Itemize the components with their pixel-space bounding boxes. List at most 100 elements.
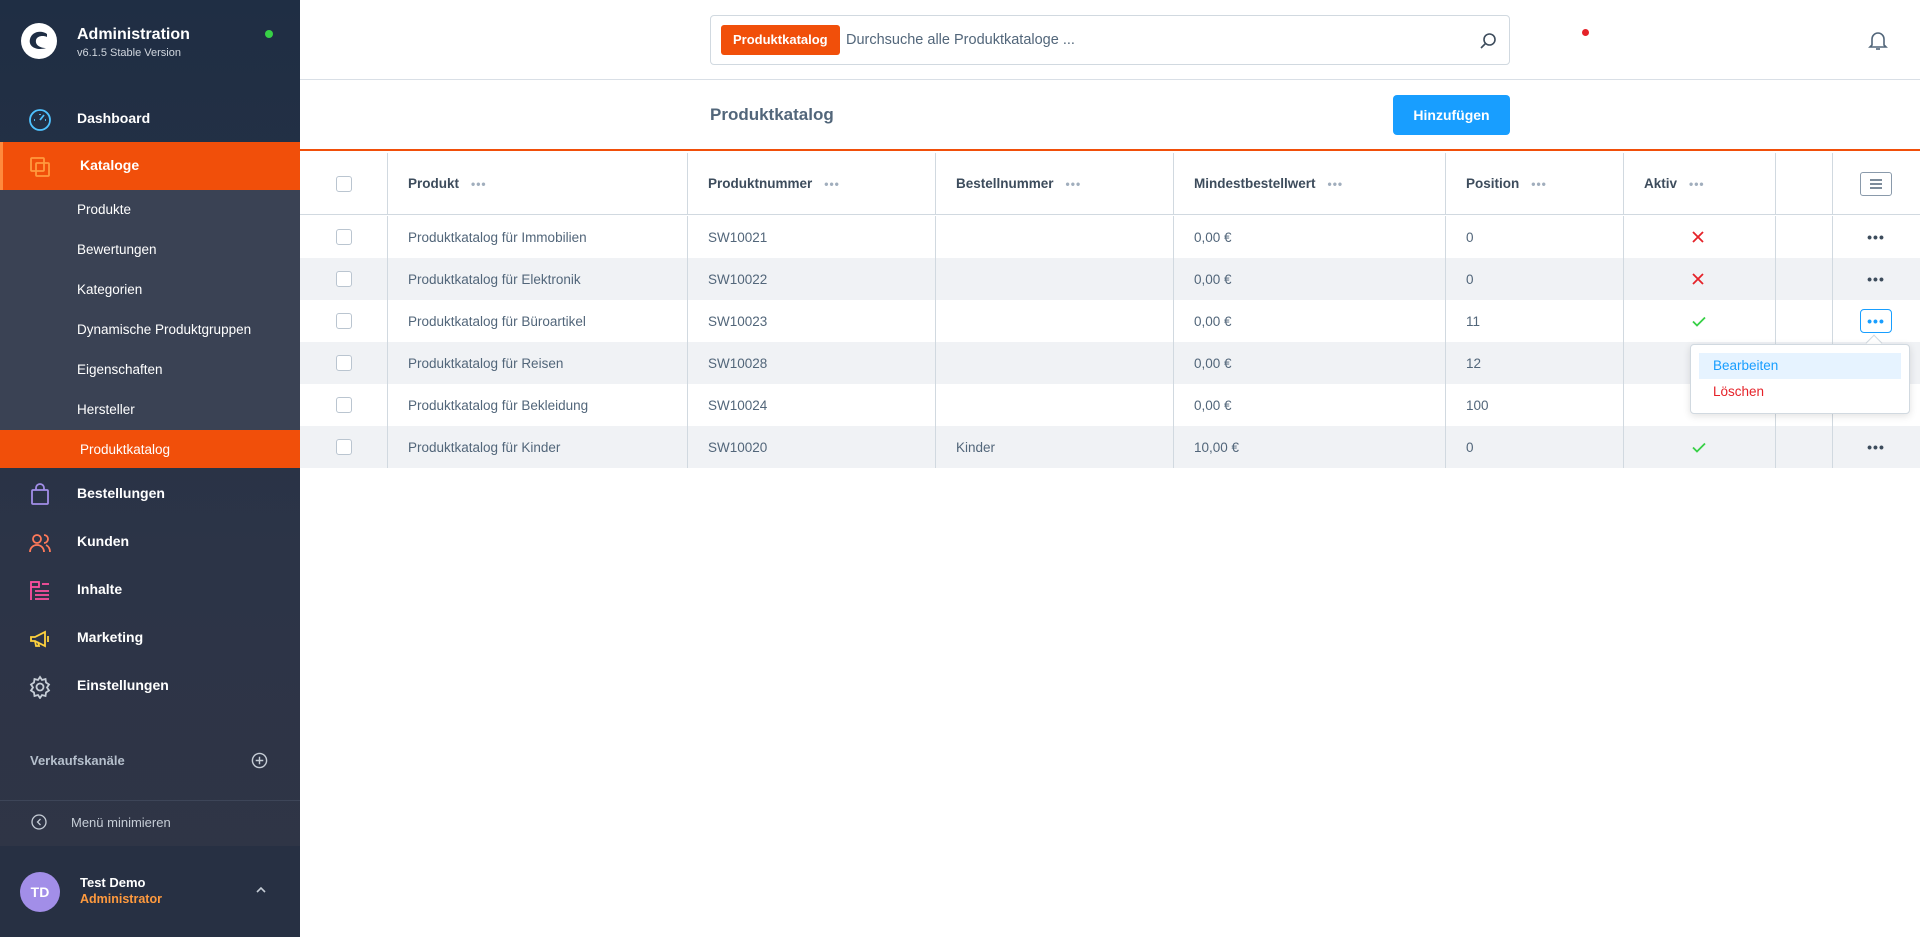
table-row[interactable]: Produktkatalog für Bekleidung SW10024 0,00…	[300, 384, 1920, 426]
nav-kunden[interactable]: Kunden	[0, 518, 300, 566]
column-header-produkt[interactable]: Produkt •••	[408, 153, 487, 214]
column-header-mindestbestellwert[interactable]: Mindestbestellwert •••	[1194, 153, 1343, 214]
column-divider	[935, 342, 936, 384]
cell-product-number: SW10028	[708, 355, 768, 371]
column-options-icon[interactable]: •••	[1328, 177, 1344, 191]
content-list-icon	[30, 581, 49, 600]
column-header-produktnummer[interactable]: Produktnummer •••	[708, 153, 840, 214]
column-divider	[1832, 300, 1833, 342]
column-divider	[1775, 426, 1776, 468]
column-divider	[1173, 216, 1174, 258]
column-divider	[1445, 384, 1446, 426]
shopware-logo-icon	[21, 23, 57, 59]
column-divider	[1775, 258, 1776, 300]
cell-order-number: Kinder	[956, 439, 996, 455]
user-profile[interactable]: TD Test Demo Administrator	[0, 846, 300, 937]
row-actions-button[interactable]: •••	[1860, 267, 1892, 291]
cell-product[interactable]: Produktkatalog für Elektronik	[408, 258, 581, 300]
search-input[interactable]	[846, 25, 1456, 55]
column-header-bestellnummer[interactable]: Bestellnummer •••	[956, 153, 1081, 214]
nav-kataloge[interactable]: Kataloge	[0, 142, 300, 190]
nav-inhalte[interactable]: Inhalte	[0, 566, 300, 614]
column-label: Mindestbestellwert	[1194, 176, 1316, 191]
column-header-position[interactable]: Position •••	[1466, 153, 1547, 214]
row-actions-button[interactable]: •••	[1860, 309, 1892, 333]
column-settings-button[interactable]	[1860, 171, 1892, 196]
column-options-icon[interactable]: •••	[1066, 177, 1082, 191]
search-type-tag[interactable]: Produktkatalog	[721, 25, 840, 55]
megaphone-icon	[30, 630, 49, 648]
nav-sub-kategorien[interactable]: Kategorien	[0, 270, 300, 310]
table-row[interactable]: Produktkatalog für Reisen SW10028 0,00 € 12	[300, 342, 1920, 384]
table-row[interactable]: Produktkatalog für Elektronik SW10022 0,00…	[300, 258, 1920, 300]
row-checkbox[interactable]	[336, 439, 352, 455]
nav-sub-produkte[interactable]: Produkte	[0, 190, 300, 230]
cross-icon	[1692, 231, 1704, 243]
table-row[interactable]: Produktkatalog für Büroartikel SW10023 0,0…	[300, 300, 1920, 342]
menu-lines-icon	[1870, 178, 1882, 189]
add-sales-channel-icon[interactable]	[251, 752, 268, 769]
nav-einstellungen[interactable]: Einstellungen	[0, 662, 300, 710]
cell-product-number: SW10021	[708, 229, 768, 245]
chevron-left-circle-icon[interactable]	[31, 814, 47, 830]
delete-menu-item[interactable]: Löschen	[1699, 379, 1901, 405]
column-divider	[1173, 258, 1174, 300]
row-checkbox[interactable]	[336, 355, 352, 371]
nav-marketing[interactable]: Marketing	[0, 614, 300, 662]
bell-icon[interactable]	[1866, 28, 1890, 52]
nav-sub-bewertungen[interactable]: Bewertungen	[0, 230, 300, 270]
minimize-menu-button[interactable]: Menü minimieren	[71, 815, 171, 830]
row-checkbox[interactable]	[336, 313, 352, 329]
row-actions-button[interactable]: •••	[1860, 435, 1892, 459]
nav-dashboard[interactable]: Dashboard	[0, 95, 300, 143]
nav-sub-dynamische-produktgruppen[interactable]: Dynamische Produktgruppen	[0, 310, 300, 350]
online-status-dot	[265, 30, 273, 38]
column-label: Bestellnummer	[956, 176, 1054, 191]
column-options-icon[interactable]: •••	[1689, 177, 1705, 191]
select-all-checkbox[interactable]	[336, 175, 352, 192]
edit-menu-item[interactable]: Bearbeiten	[1699, 353, 1901, 379]
cell-product[interactable]: Produktkatalog für Kinder	[408, 426, 560, 468]
add-button[interactable]: Hinzufügen	[1393, 95, 1510, 135]
column-divider	[1623, 216, 1624, 258]
column-header-aktiv[interactable]: Aktiv •••	[1644, 153, 1705, 214]
nav-sub-eigenschaften[interactable]: Eigenschaften	[0, 350, 300, 390]
avatar: TD	[20, 872, 60, 912]
row-checkbox[interactable]	[336, 271, 352, 287]
notification-badge	[1582, 29, 1589, 36]
row-actions-cell: •••	[1860, 258, 1892, 300]
column-divider	[1445, 342, 1446, 384]
row-checkbox[interactable]	[336, 397, 352, 413]
nav-sub-produktkatalog[interactable]: Produktkatalog	[0, 430, 300, 468]
app-title: Administration	[77, 26, 190, 43]
chevron-up-icon[interactable]	[255, 884, 267, 896]
user-name: Test Demo	[80, 875, 146, 890]
nav-sub-hersteller[interactable]: Hersteller	[0, 390, 300, 430]
column-divider	[687, 258, 688, 300]
cell-product[interactable]: Produktkatalog für Büroartikel	[408, 300, 586, 342]
row-actions-cell: •••	[1860, 216, 1892, 258]
cell-product[interactable]: Produktkatalog für Immobilien	[408, 216, 587, 258]
column-options-icon[interactable]: •••	[1531, 177, 1547, 191]
search-icon[interactable]	[1479, 32, 1497, 50]
column-options-icon[interactable]: •••	[824, 177, 840, 191]
row-actions-button[interactable]: •••	[1860, 225, 1892, 249]
column-divider	[1623, 258, 1624, 300]
column-divider	[1775, 216, 1776, 258]
cell-position: 11	[1466, 313, 1481, 329]
column-divider	[687, 384, 688, 426]
column-options-icon[interactable]: •••	[471, 177, 487, 191]
table-row[interactable]: Produktkatalog für Kinder SW10020 Kinder 10…	[300, 426, 1920, 468]
column-divider	[1173, 426, 1174, 468]
page-header: Produktkatalog Hinzufügen	[300, 80, 1920, 151]
column-label: Produktnummer	[708, 176, 813, 191]
row-select-cell	[336, 384, 352, 426]
table-row[interactable]: Produktkatalog für Immobilien SW10021 0,00…	[300, 216, 1920, 258]
row-select-cell	[336, 216, 352, 258]
row-checkbox[interactable]	[336, 229, 352, 245]
nav-bestellungen[interactable]: Bestellungen	[0, 470, 300, 518]
nav-kunden-label: Kunden	[77, 533, 130, 549]
cell-product[interactable]: Produktkatalog für Reisen	[408, 342, 563, 384]
cell-product[interactable]: Produktkatalog für Bekleidung	[408, 384, 588, 426]
column-divider	[1623, 384, 1624, 426]
